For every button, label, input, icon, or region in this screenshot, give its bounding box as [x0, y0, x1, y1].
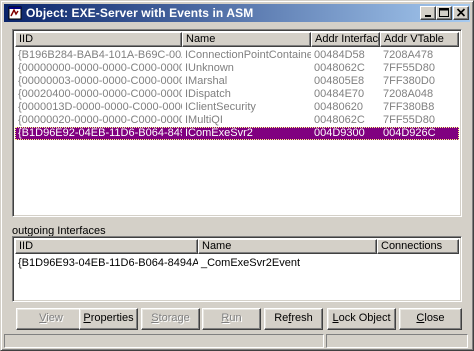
minimize-button[interactable]: [420, 6, 436, 20]
object-window: Object: EXE-Server with Events in ASM II…: [0, 0, 474, 351]
cell-name: IConnectionPointContainer: [185, 49, 311, 61]
outgoing-column-header-connections[interactable]: Connections: [377, 239, 459, 254]
column-header-addr-interface[interactable]: Addr Interface: [311, 32, 380, 47]
column-header-iid[interactable]: IID: [15, 32, 182, 47]
cell-iid: {B196B284-BAB4-101A-B69C-00AA...: [18, 49, 182, 61]
cell-addr-interface: 0048062C: [314, 114, 365, 126]
lock-object-button[interactable]: Lock Object: [327, 308, 396, 330]
cell-addr-vtable: 7FF55D80: [383, 62, 435, 74]
status-bar: [4, 334, 470, 348]
outgoing-row[interactable]: {B1D96E93-04EB-11D6-B064-8494AF9..._ComE…: [15, 257, 459, 270]
cell-addr-vtable: 7FF380B8: [383, 101, 435, 113]
close-icon: [456, 8, 466, 17]
interfaces-list[interactable]: IID Name Addr Interface Addr VTable {B19…: [12, 29, 462, 217]
cell-addr-interface: 0048062C: [314, 62, 365, 74]
view-button[interactable]: View: [16, 308, 86, 330]
cell-name: IClientSecurity: [185, 101, 256, 113]
cell-name: IDispatch: [185, 88, 231, 100]
cell-iid: {00000000-0000-0000-C000-0000000...: [18, 62, 182, 74]
interface-row[interactable]: {00020400-0000-0000-C000-0000000...IDisp…: [15, 88, 459, 101]
storage-button[interactable]: Storage: [141, 308, 200, 330]
cell-iid: {00000020-0000-0000-C000-0000000...: [18, 114, 182, 126]
outgoing-column-header-name[interactable]: Name: [198, 239, 377, 254]
interface-row[interactable]: {0000013D-0000-0000-C000-0000000...IClie…: [15, 101, 459, 114]
title-bar[interactable]: Object: EXE-Server with Events in ASM: [4, 4, 470, 22]
window-title: Object: EXE-Server with Events in ASM: [26, 6, 254, 20]
cell-connections: [377, 257, 459, 270]
outgoing-column-header-iid[interactable]: IID: [15, 239, 198, 254]
close-window-button[interactable]: [453, 6, 469, 20]
minimize-icon: [425, 15, 431, 17]
cell-name: IMultiQI: [185, 114, 223, 126]
interface-row[interactable]: {00000020-0000-0000-C000-0000000...IMult…: [15, 114, 459, 127]
cell-addr-interface: 00480620: [314, 101, 363, 113]
cell-iid: {B1D96E92-04EB-11D6-B064-8494...: [18, 127, 182, 139]
cell-addr-interface: 004805E8: [314, 75, 365, 87]
column-header-name[interactable]: Name: [182, 32, 311, 47]
close-button[interactable]: Close: [399, 308, 462, 330]
status-pane-secondary: [326, 334, 468, 348]
cell-iid: {00000003-0000-0000-C000-0000000...: [18, 75, 182, 87]
app-icon: [8, 6, 22, 20]
cell-iid: {0000013D-0000-0000-C000-0000000...: [18, 101, 182, 113]
cell-name: IComExeSvr2: [185, 127, 253, 139]
cell-name: IUnknown: [185, 62, 234, 74]
interface-row[interactable]: {00000000-0000-0000-C000-0000000...IUnkn…: [15, 62, 459, 75]
run-button[interactable]: Run: [202, 308, 261, 330]
cell-addr-vtable: 7208A478: [383, 49, 434, 61]
maximize-button[interactable]: [436, 6, 452, 20]
cell-iid: {B1D96E93-04EB-11D6-B064-8494AF9...: [18, 257, 198, 269]
interface-row[interactable]: {B196B284-BAB4-101A-B69C-00AA...IConnect…: [15, 49, 459, 62]
cell-addr-vtable: 7FF55D80: [383, 114, 435, 126]
cell-addr-vtable: 7208A048: [383, 88, 434, 100]
cell-iid: {00020400-0000-0000-C000-0000000...: [18, 88, 182, 100]
cell-addr-interface: 004D9300: [314, 127, 365, 139]
cell-name: _ComExeSvr2Event: [201, 257, 301, 269]
maximize-icon: [439, 8, 449, 17]
cell-addr-vtable: 7FF380D0: [383, 75, 435, 87]
properties-button[interactable]: Properties: [79, 308, 138, 330]
outgoing-interfaces-list[interactable]: IID Name Connections {B1D96E93-04EB-11D6…: [12, 236, 462, 302]
interface-row[interactable]: {00000003-0000-0000-C000-0000000...IMars…: [15, 75, 459, 88]
column-header-addr-vtable[interactable]: Addr VTable: [380, 32, 459, 47]
cell-addr-vtable: 004D926C: [383, 127, 436, 139]
refresh-button[interactable]: Refresh: [264, 308, 323, 330]
status-pane-main: [4, 334, 324, 348]
cell-addr-interface: 00484D58: [314, 49, 365, 61]
cell-name: IMarshal: [185, 75, 228, 87]
interface-row[interactable]: {B1D96E92-04EB-11D6-B064-8494...IComExeS…: [15, 127, 459, 140]
cell-addr-interface: 00484E70: [314, 88, 365, 100]
